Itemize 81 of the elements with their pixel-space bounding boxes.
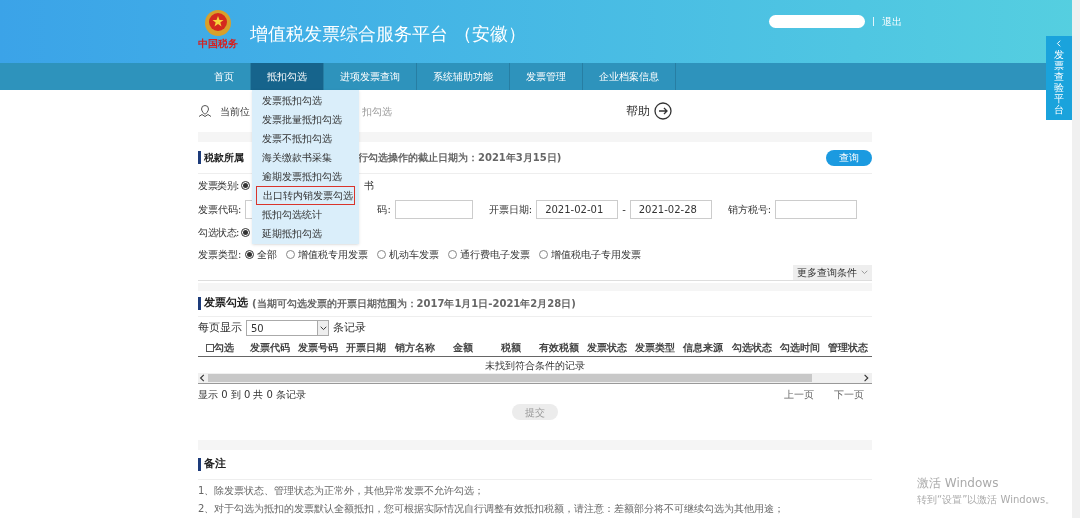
note-text: 2、对于勾选为抵扣的发票默认全额抵扣，您可根据实际情况自行调整有效抵扣税额，请注意：差额部分将不可继续勾选为其他用途； xyxy=(198,502,786,516)
radio-button[interactable] xyxy=(286,249,296,259)
menu-item[interactable]: 抵扣勾选统计 xyxy=(256,205,355,224)
site-title: 增值税发票综合服务平台 （安徽） xyxy=(250,22,526,46)
column-header: 发票类型 xyxy=(635,341,676,355)
section-title: 发票勾选 xyxy=(204,295,248,312)
column-header: 销方名称 xyxy=(394,341,435,355)
date-range-note: (当期可勾选发票的开票日期范围为：2017年1月1日-2021年2月28日) xyxy=(252,297,576,311)
radio-button[interactable] xyxy=(240,227,250,237)
section-title: 备注 xyxy=(204,456,226,473)
column-header: 税额 xyxy=(500,341,521,355)
menu-item[interactable]: 发票批量抵扣勾选 xyxy=(256,110,355,129)
chevron-left-icon xyxy=(1055,40,1063,47)
breadcrumb-label: 当前位 xyxy=(220,104,250,119)
page-size-label: 每页显示 xyxy=(198,319,242,336)
watermark-subtitle: 转到“设置”以激活 Windows。 xyxy=(917,493,1056,507)
invoice-number-field[interactable] xyxy=(394,199,473,219)
chevron-down-icon xyxy=(319,324,327,332)
chevron-left-icon xyxy=(199,374,207,382)
option-label: 通行费电子发票 xyxy=(460,247,531,262)
next-page-link[interactable]: 下一页 xyxy=(834,386,864,402)
radio-button[interactable] xyxy=(539,249,549,259)
option-label: 全部 xyxy=(257,247,278,262)
column-header: 开票日期 xyxy=(346,341,387,355)
page-size-suffix: 条记录 xyxy=(333,319,366,336)
select-all-checkbox[interactable] xyxy=(206,343,214,352)
chevron-right-icon xyxy=(863,374,871,382)
radio-button[interactable] xyxy=(240,181,250,190)
more-filters-button[interactable]: 更多查询条件 xyxy=(793,265,872,280)
chevron-down-icon xyxy=(861,269,868,276)
date-from-field[interactable]: 2021-02-01 xyxy=(536,199,619,219)
menu-item[interactable]: 逾期发票抵扣勾选 xyxy=(256,167,355,186)
menu-item[interactable]: 延期抵扣勾选 xyxy=(256,224,355,243)
menu-item[interactable]: 出口转内销发票勾选 xyxy=(256,186,355,205)
filter-label: 勾选状态: xyxy=(198,225,239,240)
option-label: 增值税电子专用发票 xyxy=(551,247,642,262)
help-link[interactable]: 帮助 xyxy=(626,102,650,120)
column-header: 勾选 xyxy=(214,341,234,355)
filter-label: 发票类别: xyxy=(198,179,239,193)
filter-label: 发票代码: xyxy=(198,202,242,217)
date-separator: - xyxy=(622,202,626,217)
side-tab-label: 发票查验平台 xyxy=(1054,49,1064,115)
watermark-title: 激活 Windows xyxy=(917,475,1000,492)
pagination-info: 显示 0 到 0 共 0 条记录 xyxy=(198,387,307,402)
radio-button[interactable] xyxy=(245,249,255,259)
breadcrumb-current: 扣勾选 xyxy=(362,104,392,119)
section-title: 税款所属 xyxy=(204,151,244,165)
filter-label: 发票类型: xyxy=(198,247,242,262)
filter-label: 码: xyxy=(377,202,391,217)
column-header: 发票代码 xyxy=(250,341,291,355)
menu-item[interactable]: 海关缴款书采集 xyxy=(256,148,355,167)
seller-tax-id-field[interactable] xyxy=(775,199,858,219)
arrow-right-icon[interactable] xyxy=(654,102,672,120)
option-label: 书 xyxy=(363,179,374,193)
column-header: 发票状态 xyxy=(587,341,628,355)
vertical-scrollbar[interactable] xyxy=(1072,0,1080,518)
column-header: 金额 xyxy=(452,341,473,355)
column-header: 勾选时间 xyxy=(779,341,820,355)
user-name-field[interactable] xyxy=(769,15,865,28)
date-to-field[interactable]: 2021-02-28 xyxy=(629,199,712,219)
column-header: 发票号码 xyxy=(298,341,339,355)
column-header: 信息来源 xyxy=(683,341,724,355)
column-header: 有效税额 xyxy=(539,341,579,355)
column-header: 勾选状态 xyxy=(731,341,772,355)
page-size-select[interactable]: 50 xyxy=(246,320,329,336)
note-text: 1、除发票状态、管理状态为正常外，其他异常发票不允许勾选； xyxy=(198,484,486,498)
nav-tab[interactable]: 抵扣勾选 xyxy=(251,63,324,90)
filter-label: 销方税号: xyxy=(727,202,772,217)
previous-page-link[interactable]: 上一页 xyxy=(784,386,814,402)
filter-label: 开票日期: xyxy=(488,202,533,217)
horizontal-scrollbar[interactable] xyxy=(198,373,872,384)
menu-item[interactable]: 发票抵扣勾选 xyxy=(256,91,355,110)
radio-button[interactable] xyxy=(448,249,458,259)
radio-button[interactable] xyxy=(377,249,387,259)
emblem-icon xyxy=(203,8,233,38)
logo-text: 中国税务 xyxy=(198,39,238,49)
option-label: 机动车发票 xyxy=(389,247,440,262)
empty-table-message: 未找到符合条件的记录 xyxy=(485,358,585,373)
option-label: 增值税专用发票 xyxy=(298,247,369,262)
menu-item[interactable]: 发票不抵扣勾选 xyxy=(256,129,355,148)
column-header: 管理状态 xyxy=(827,341,868,355)
